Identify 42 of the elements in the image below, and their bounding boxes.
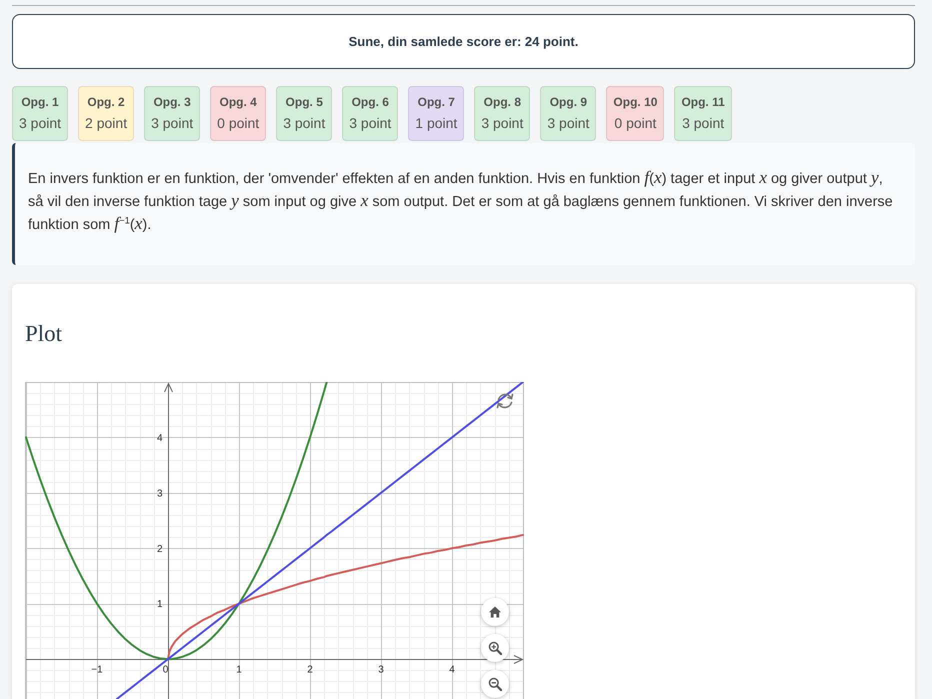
task-score: 3 point [349,115,392,132]
task-score: 3 point [283,115,326,132]
task-score: 0 point [614,115,656,132]
home-icon [488,605,502,619]
task-score: 3 point [481,115,524,132]
x-tick-label: −1 [91,664,103,676]
task-score: 3 point [151,115,194,132]
task-label: Opg. 11 [681,95,725,110]
task-label: Opg. 3 [153,95,191,110]
zoom-in-icon [488,641,502,655]
zoom-out-button[interactable] [481,670,509,698]
zoom-out-icon [488,677,502,691]
info-paragraph: En invers funktion er en funktion, der 'omvender' effekten af en anden funktion. Hvis en funktion f(x) tager et input x og giver output y, så vil den inverse funktion tage y som input og give x som output. Det er som at gå baglæns gennem funktionen. Vi skriver den inverse funktion som f$^{−1}$(x). [28,168,894,235]
task-score: 3 point [547,115,590,132]
score-banner: Sune, din samlede score er: 24 point. [12,14,915,69]
task-label: Opg. 1 [21,95,59,110]
y-tick-label: 3 [156,488,162,500]
task-label: Opg. 10 [613,95,658,110]
task-score: 3 point [19,115,62,132]
task-score: 2 point [85,115,128,132]
task-label: Opg. 4 [219,95,257,110]
x-tick-label: 1 [236,664,242,676]
x-tick-label: 0 [162,664,168,676]
task-score: 0 point [217,115,260,132]
task-label: Opg. 2 [87,95,125,110]
task-label: Opg. 7 [418,95,455,110]
zoom-in-button[interactable] [481,634,509,662]
y-tick-label: 2 [156,544,162,555]
task-label: Opg. 9 [550,95,588,110]
x-tick-label: 4 [449,664,455,676]
y-tick-label: 1 [156,599,162,610]
home-button[interactable] [481,598,509,626]
task-label: Opg. 6 [352,95,389,110]
task-score: 3 point [682,115,724,132]
y-tick-label: 4 [156,432,162,444]
task-label: Opg. 5 [286,95,323,110]
refresh-icon[interactable] [495,391,515,411]
x-tick-label: 3 [378,664,384,676]
task-score: 1 point [415,115,458,132]
x-tick-label: 2 [307,664,313,676]
task-label: Opg. 8 [484,95,522,110]
plot-heading: Plot [25,320,64,348]
